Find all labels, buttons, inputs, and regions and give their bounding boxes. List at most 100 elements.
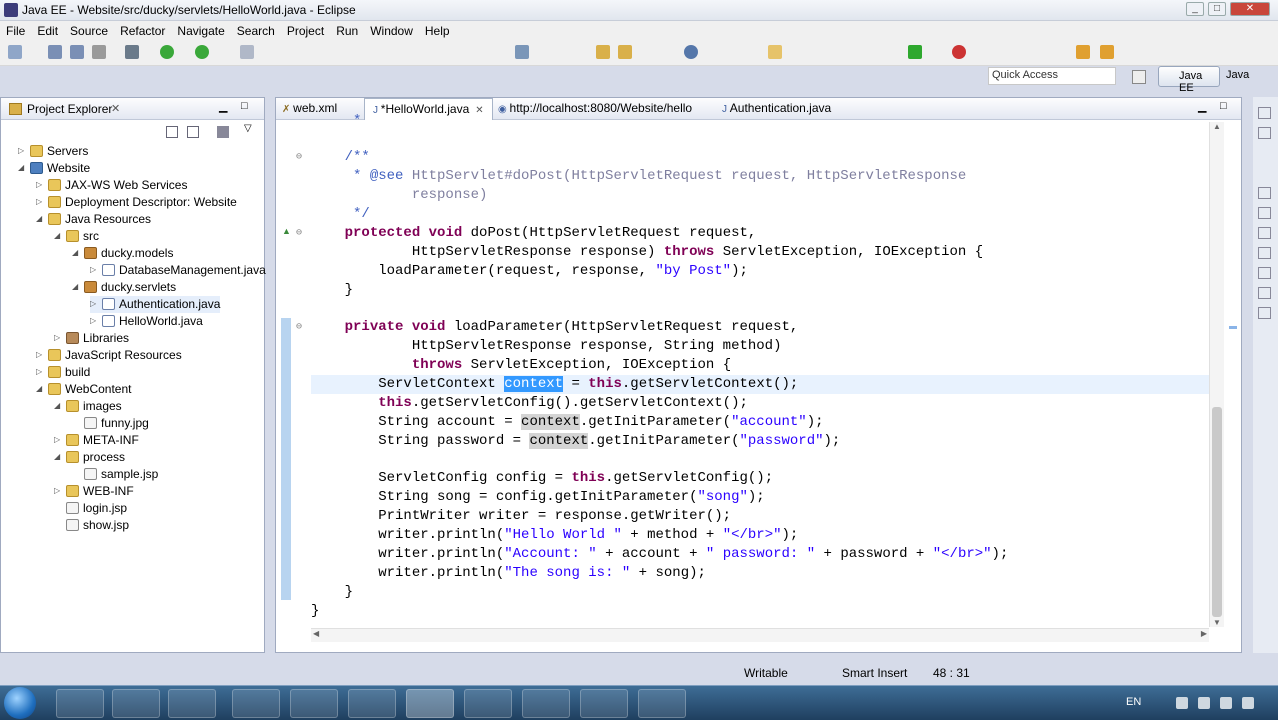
collapse-icon[interactable]: ◢: [72, 245, 82, 261]
collapse-all-icon[interactable]: [166, 126, 178, 138]
tree-item-deployment-descriptor[interactable]: ▷ Deployment Descriptor: Website: [36, 194, 237, 211]
fold-icon[interactable]: ⊖: [296, 318, 302, 337]
menu-help[interactable]: Help: [419, 21, 456, 38]
debug-icon[interactable]: [160, 45, 174, 59]
override-marker-icon[interactable]: ▲: [282, 226, 291, 236]
tree-item-src[interactable]: ◢ src: [54, 228, 99, 245]
link-with-editor-icon[interactable]: [187, 126, 199, 138]
expand-icon[interactable]: ▷: [54, 432, 64, 448]
minimize-icon[interactable]: _: [1186, 2, 1204, 16]
fold-icon[interactable]: ⊖: [296, 148, 302, 167]
tree-item-web-inf[interactable]: ▷ WEB-INF: [54, 483, 134, 500]
app-taskbar-icon[interactable]: [580, 689, 628, 718]
tree-item-authentication[interactable]: ▷ Authentication.java: [90, 296, 221, 313]
tree-item-login-jsp[interactable]: login.jsp: [64, 500, 127, 517]
expand-icon[interactable]: ▷: [90, 296, 100, 312]
maximize-icon[interactable]: □: [1208, 2, 1226, 16]
collapse-icon[interactable]: ◢: [36, 211, 46, 227]
menu-window[interactable]: Window: [364, 21, 419, 38]
expand-icon[interactable]: ▷: [36, 364, 46, 380]
run-icon[interactable]: [195, 45, 209, 59]
markers-view-icon[interactable]: [1258, 187, 1271, 199]
pdf-reader-taskbar-icon[interactable]: [464, 689, 512, 718]
expand-icon[interactable]: ▷: [36, 347, 46, 363]
properties-view-icon[interactable]: [1258, 207, 1271, 219]
word-taskbar-icon[interactable]: [348, 689, 396, 718]
collapse-icon[interactable]: ◢: [54, 228, 64, 244]
occurrence-marker[interactable]: [1229, 326, 1237, 329]
eclipse-taskbar-icon[interactable]: [406, 689, 454, 718]
scroll-down-icon[interactable]: ▼: [1213, 618, 1221, 627]
tree-item-helloworld[interactable]: ▷ HelloWorld.java: [90, 313, 203, 330]
open-type-icon[interactable]: [596, 45, 610, 59]
tree-item-build[interactable]: ▷ build: [36, 364, 90, 381]
tree-item-webcontent[interactable]: ◢ WebContent: [36, 381, 132, 398]
terminate-icon[interactable]: [952, 45, 966, 59]
data-source-view-icon[interactable]: [1258, 247, 1271, 259]
language-indicator[interactable]: EN: [1126, 696, 1141, 708]
chrome-taskbar-icon[interactable]: [232, 689, 280, 718]
tree-item-servers[interactable]: ▷ Servers: [18, 143, 88, 160]
close-view-icon[interactable]: ✕: [111, 102, 120, 115]
console-view-icon[interactable]: [1258, 287, 1271, 299]
expand-icon[interactable]: ▷: [36, 194, 46, 210]
menu-refactor[interactable]: Refactor: [114, 21, 171, 38]
network-icon[interactable]: [1198, 697, 1210, 709]
save-all-icon[interactable]: [70, 45, 84, 59]
explorer-taskbar-icon[interactable]: [56, 689, 104, 718]
collapse-icon[interactable]: ◢: [18, 160, 28, 176]
build-icon[interactable]: [125, 45, 139, 59]
overview-ruler[interactable]: [1226, 122, 1240, 627]
problems-view-icon[interactable]: [1258, 307, 1271, 319]
media-player-taskbar-icon[interactable]: [112, 689, 160, 718]
filter-icon[interactable]: [217, 126, 229, 138]
perspective-java[interactable]: Java: [1226, 69, 1249, 81]
forward-icon[interactable]: [1100, 45, 1114, 59]
expand-icon[interactable]: ▷: [90, 262, 100, 278]
menu-project[interactable]: Project: [281, 21, 330, 38]
scroll-right-icon[interactable]: ▶: [1201, 629, 1207, 638]
tree-item-process[interactable]: ◢ process: [54, 449, 125, 466]
close-icon[interactable]: ✕: [1230, 2, 1270, 16]
servers-view-icon[interactable]: [1258, 227, 1271, 239]
perspective-java-ee[interactable]: Java EE: [1158, 66, 1220, 94]
quick-access-input[interactable]: Quick Access: [988, 67, 1116, 85]
tree-item-sample-jsp[interactable]: sample.jsp: [82, 466, 158, 483]
power-icon[interactable]: [1242, 697, 1254, 709]
new-server-icon[interactable]: [515, 45, 529, 59]
tree-item-database-management[interactable]: ▷ DatabaseManagement.java: [90, 262, 266, 279]
expand-icon[interactable]: ▷: [90, 313, 100, 329]
expand-icon[interactable]: ▷: [54, 483, 64, 499]
tree-item-ducky-models[interactable]: ◢ ducky.models: [72, 245, 173, 262]
back-icon[interactable]: [1076, 45, 1090, 59]
tree-item-jax-ws[interactable]: ▷ JAX-WS Web Services: [36, 177, 187, 194]
volume-icon[interactable]: [1220, 697, 1232, 709]
tree-item-images[interactable]: ◢ images: [54, 398, 122, 415]
web-browser-icon[interactable]: [684, 45, 698, 59]
vertical-scrollbar[interactable]: ▲ ▼: [1209, 122, 1224, 627]
tree-item-javascript-resources[interactable]: ▷ JavaScript Resources: [36, 347, 182, 364]
tree-item-show-jsp[interactable]: show.jsp: [64, 517, 129, 534]
collapse-icon[interactable]: ◢: [36, 381, 46, 397]
scroll-up-icon[interactable]: ▲: [1213, 122, 1221, 131]
menu-navigate[interactable]: Navigate: [171, 21, 230, 38]
app-taskbar-icon[interactable]: [522, 689, 570, 718]
minimize-view-icon[interactable]: ▁: [219, 100, 227, 113]
start-button[interactable]: [4, 687, 36, 719]
tree-item-funny-jpg[interactable]: funny.jpg: [82, 415, 149, 432]
resume-icon[interactable]: [908, 45, 922, 59]
new-icon[interactable]: [8, 45, 22, 59]
collapse-icon[interactable]: ◢: [54, 398, 64, 414]
scroll-left-icon[interactable]: ◀: [313, 629, 319, 638]
open-perspective-icon[interactable]: [1132, 70, 1146, 84]
code-area[interactable]: * ⊖ /** * @see HttpServlet#doPost(HttpSe…: [296, 113, 1209, 627]
tree-item-meta-inf[interactable]: ▷ META-INF: [54, 432, 139, 449]
maximize-editor-icon[interactable]: □: [1220, 100, 1227, 112]
snippets-view-icon[interactable]: [1258, 267, 1271, 279]
save-icon[interactable]: [48, 45, 62, 59]
skip-breakpoints-icon[interactable]: [240, 45, 254, 59]
horizontal-scrollbar[interactable]: ◀ ▶: [311, 628, 1209, 642]
window-taskbar-icon[interactable]: [638, 689, 686, 718]
restore-icon[interactable]: [1258, 107, 1271, 119]
toggle-mark-occurrences-icon[interactable]: [768, 45, 782, 59]
